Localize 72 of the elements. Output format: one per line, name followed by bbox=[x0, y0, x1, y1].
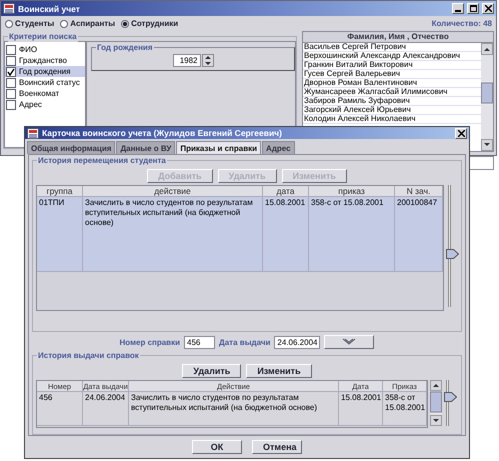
minimize-button[interactable] bbox=[452, 3, 464, 14]
table-cell: 24.06.2004 bbox=[83, 392, 129, 426]
table-cell: Зачислить в число студентов по результатам вступительных испытаний (на бюджетной основе) bbox=[129, 392, 339, 426]
check-icon bbox=[7, 68, 15, 76]
slider-thumb[interactable] bbox=[446, 248, 459, 259]
table-cell: 01ТПИ bbox=[37, 197, 83, 272]
close-button[interactable] bbox=[455, 128, 467, 138]
tab[interactable]: Адрес bbox=[262, 141, 295, 154]
radio-button[interactable]: Студенты bbox=[5, 19, 54, 28]
group-title: История перемещения студента bbox=[37, 155, 167, 166]
table-cell: 358-с от 15.08.2001 bbox=[383, 392, 427, 426]
maximize-button[interactable] bbox=[467, 3, 479, 14]
table-cell: 200100847 bbox=[395, 197, 443, 272]
slider-thumb[interactable] bbox=[444, 392, 457, 402]
group-title: Критерии поиска bbox=[8, 31, 78, 42]
close-icon bbox=[458, 130, 464, 136]
table-row[interactable]: 01ТПИ Зачислить в число студентов по результатам вступительных испытаний (на бюджетной основе) 15.08.2001 358-с от 15.08.2001 200100847 bbox=[37, 197, 443, 272]
list-row[interactable]: Верхошинский Александр Александрович bbox=[303, 52, 481, 61]
expand-button[interactable] bbox=[324, 335, 374, 349]
dialog-button[interactable]: Отмена bbox=[252, 440, 302, 454]
spinner-arrows-icon bbox=[202, 54, 214, 67]
field-label: Номер справки bbox=[120, 338, 180, 346]
chevron-down-icon bbox=[342, 338, 356, 346]
column-header: группа bbox=[37, 186, 83, 197]
criteria-item[interactable]: ФИО bbox=[5, 44, 85, 55]
criteria-item[interactable]: Адрес bbox=[5, 99, 85, 110]
column-header: действие bbox=[83, 186, 263, 197]
radio-button[interactable]: Аспиранты bbox=[60, 19, 116, 28]
list-row[interactable]: Забиров Рамиль Зуфарович bbox=[303, 97, 481, 106]
table-cell: 456 bbox=[37, 392, 83, 426]
action-button[interactable]: Удалить bbox=[182, 364, 242, 378]
window-title: Карточка воинского учета (Жулидов Евгений Сергеевич) bbox=[42, 128, 282, 138]
column-header: дата bbox=[263, 186, 309, 197]
criteria-item[interactable]: Гражданство bbox=[5, 55, 85, 66]
list-row[interactable]: Дворнов Роман Валентинович bbox=[303, 79, 481, 88]
list-row[interactable]: Жумансареев Жалгасбай Илимисович bbox=[303, 88, 481, 97]
action-button[interactable]: Изменить bbox=[246, 364, 312, 378]
list-row[interactable]: Васильев Сергей Петрович bbox=[303, 43, 481, 52]
field-label: Дата выдачи bbox=[219, 338, 270, 346]
column-header: Фамилия, Имя , Отчество bbox=[303, 32, 493, 43]
column-header: приказ bbox=[309, 186, 395, 197]
list-row[interactable]: Колодин Алексей Николаевич bbox=[303, 115, 481, 124]
tab[interactable]: Приказы и справки bbox=[176, 141, 262, 154]
tab[interactable]: Данные о ВУ bbox=[116, 141, 176, 154]
close-icon bbox=[484, 5, 492, 12]
criteria-item[interactable]: Воинский статус bbox=[5, 77, 85, 88]
number-field[interactable]: 456 bbox=[184, 336, 216, 348]
window-title: Воинский учет bbox=[18, 4, 80, 14]
app-icon bbox=[27, 128, 39, 138]
list-row[interactable]: Гусев Сергей Валерьевич bbox=[303, 70, 481, 79]
list-row[interactable]: Загорский Алексей Юрьевич bbox=[303, 106, 481, 115]
group-title: Год рождения bbox=[96, 42, 154, 53]
app-icon bbox=[3, 3, 15, 14]
table-cell: 358-с от 15.08.2001 bbox=[309, 197, 395, 272]
group-title: История выдачи справок bbox=[37, 350, 140, 361]
table-cell: Зачислить в число студентов по результатам вступительных испытаний (на бюджетной основе) bbox=[83, 197, 263, 272]
table-row[interactable]: 456 24.06.2004 Зачислить в число студентов по результатам вступительных испытаний (на бюджетной основе) 15.08.2001 358-с от 15.08.2001 bbox=[37, 392, 427, 426]
date-field[interactable]: 24.06.2004 bbox=[274, 336, 320, 348]
year-field[interactable]: 1982 bbox=[172, 54, 200, 67]
dialog-button[interactable]: ОК bbox=[192, 440, 242, 454]
close-button[interactable] bbox=[482, 3, 494, 14]
table-cell: 15.08.2001 bbox=[339, 392, 383, 426]
table-cell: 15.08.2001 bbox=[263, 197, 309, 272]
radio-button[interactable]: Сотрудники bbox=[121, 19, 178, 28]
scrollbar bbox=[430, 380, 442, 426]
list-row[interactable]: Гранкин Виталий Викторович bbox=[303, 61, 481, 70]
tab[interactable]: Общая информация bbox=[27, 141, 116, 154]
criteria-item[interactable]: Год рождения bbox=[5, 66, 85, 77]
maximize-icon bbox=[470, 5, 476, 12]
count-label: Количество: 48 bbox=[432, 19, 492, 28]
criteria-item[interactable]: Военкомат bbox=[5, 88, 85, 99]
column-header: N зач. bbox=[395, 186, 443, 197]
